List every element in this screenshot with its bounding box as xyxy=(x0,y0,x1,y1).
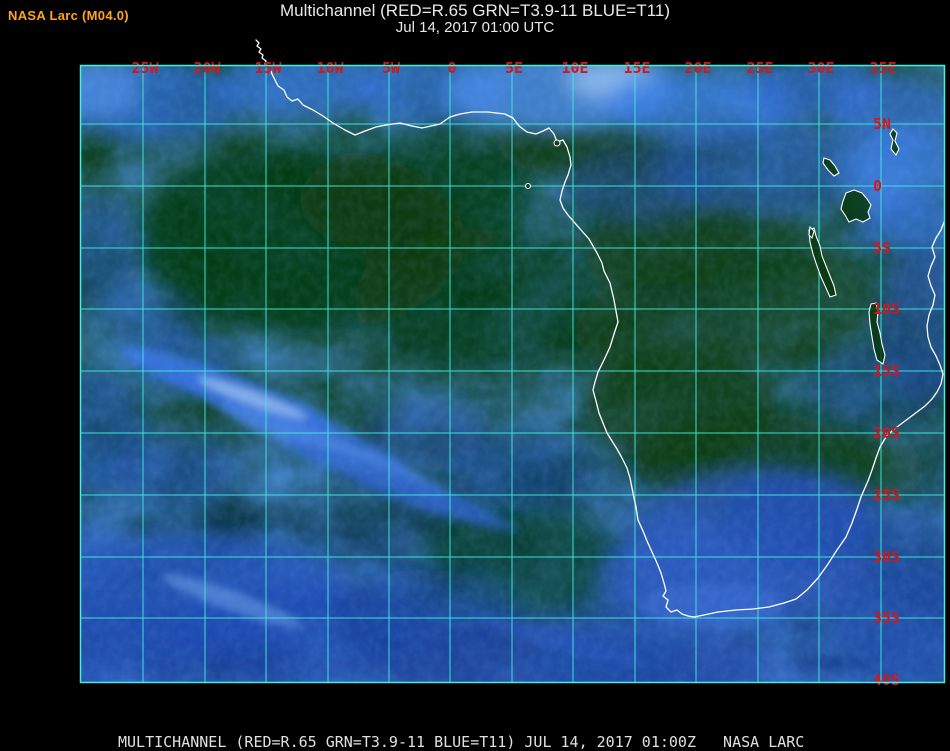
island-sao-tome xyxy=(524,182,532,190)
longitude-label: 20W xyxy=(193,59,221,77)
island-bioko xyxy=(553,139,561,147)
latitude-label: 20S xyxy=(873,424,900,442)
longitude-label: 35E xyxy=(869,59,896,77)
satellite-product-page: { "header": { "title": "Multichannel (RE… xyxy=(0,0,950,751)
latitude-label: 30S xyxy=(873,548,900,566)
longitude-label: 5W xyxy=(382,59,401,77)
footer-caption: MULTICHANNEL (RED=R.65 GRN=T3.9-11 BLUE=… xyxy=(118,733,805,751)
longitude-label: 20E xyxy=(684,59,711,77)
latitude-label: 5S xyxy=(873,239,891,257)
latitude-label: 40S xyxy=(873,671,900,689)
page-title: Multichannel (RED=R.65 GRN=T3.9-11 BLUE=… xyxy=(279,1,671,20)
page-subtitle-timestamp: Jul 14, 2017 01:00 UTC xyxy=(395,19,555,36)
longitude-label: 15W xyxy=(254,59,282,77)
satellite-map: 25W 20W 15W 10W 5W 0 5E 10E 15E 20E 25E 30E 35E 5N 0 5S… xyxy=(79,39,946,689)
latitude-label: 15S xyxy=(873,362,900,380)
longitude-label: 5E xyxy=(505,59,523,77)
longitude-label: 0 xyxy=(447,59,456,77)
longitude-label: 15E xyxy=(623,59,650,77)
latitude-label: 0 xyxy=(873,177,882,195)
longitude-label: 25W xyxy=(131,59,159,77)
latitude-label: 10S xyxy=(873,300,900,318)
longitude-label: 10E xyxy=(561,59,588,77)
longitude-label: 25E xyxy=(746,59,773,77)
latitude-label: 5N xyxy=(873,115,891,133)
longitude-label: 10W xyxy=(316,59,344,77)
latitude-label: 35S xyxy=(873,609,900,627)
satellite-imagery xyxy=(80,65,944,682)
longitude-label: 30E xyxy=(807,59,834,77)
map-header: Multichannel (RED=R.65 GRN=T3.9-11 BLUE=… xyxy=(0,2,950,36)
latitude-label: 25S xyxy=(873,486,900,504)
